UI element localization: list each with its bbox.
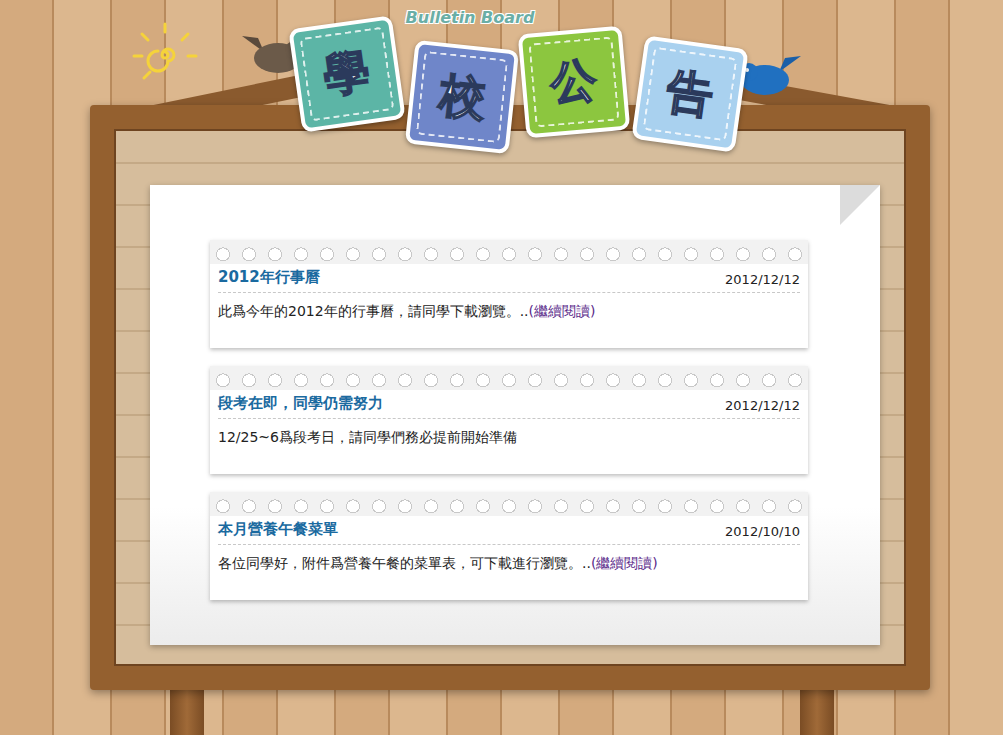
notice-body: 12/25~6爲段考日，請同學們務必提前開始準備: [218, 419, 800, 463]
title-tile: 公: [518, 26, 631, 139]
notice-card: 2012年行事曆 2012/12/12 此爲今年的2012年的行事曆，請同學下載…: [210, 240, 808, 348]
notice-body: 此爲今年的2012年的行事曆，請同學下載瀏覽。..(繼續閱讀): [218, 293, 800, 337]
notice-header: 段考在即，同學仍需努力 2012/12/12: [218, 390, 800, 419]
notice-body: 各位同學好，附件爲營養午餐的菜單表，可下載進行瀏覽。..(繼續閱讀): [218, 545, 800, 589]
notice-date: 2012/12/12: [725, 398, 800, 413]
notice-list: 2012年行事曆 2012/12/12 此爲今年的2012年的行事曆，請同學下載…: [210, 240, 808, 600]
title-tile: 校: [405, 40, 519, 154]
header: Bulletin Board 學校公告: [0, 0, 1003, 160]
read-more-link[interactable]: (繼續閱讀): [529, 303, 596, 319]
notice-date: 2012/10/10: [725, 524, 800, 539]
perforation: [210, 492, 808, 516]
perforation: [210, 366, 808, 390]
paper: 2012年行事曆 2012/12/12 此爲今年的2012年的行事曆，請同學下載…: [150, 185, 880, 645]
perforation: [210, 240, 808, 264]
title-tile: 學: [288, 15, 405, 132]
sun-icon: [130, 20, 200, 90]
notice-header: 2012年行事曆 2012/12/12: [218, 264, 800, 293]
notice-title[interactable]: 段考在即，同學仍需努力: [218, 394, 383, 413]
title-tile: 告: [631, 35, 748, 152]
subtitle: Bulletin Board: [390, 8, 550, 27]
paper-curl: [840, 185, 880, 225]
read-more-link[interactable]: (繼續閱讀): [591, 555, 658, 571]
notice-card: 本月營養午餐菜單 2012/10/10 各位同學好，附件爲營養午餐的菜單表，可下…: [210, 492, 808, 600]
notice-title[interactable]: 2012年行事曆: [218, 268, 320, 287]
notice-header: 本月營養午餐菜單 2012/10/10: [218, 516, 800, 545]
bulletin-board: 2012年行事曆 2012/12/12 此爲今年的2012年的行事曆，請同學下載…: [90, 105, 930, 690]
notice-date: 2012/12/12: [725, 272, 800, 287]
page: 2012年行事曆 2012/12/12 此爲今年的2012年的行事曆，請同學下載…: [0, 0, 1003, 735]
notice-title[interactable]: 本月營養午餐菜單: [218, 520, 338, 539]
notice-card: 段考在即，同學仍需努力 2012/12/12 12/25~6爲段考日，請同學們務…: [210, 366, 808, 474]
